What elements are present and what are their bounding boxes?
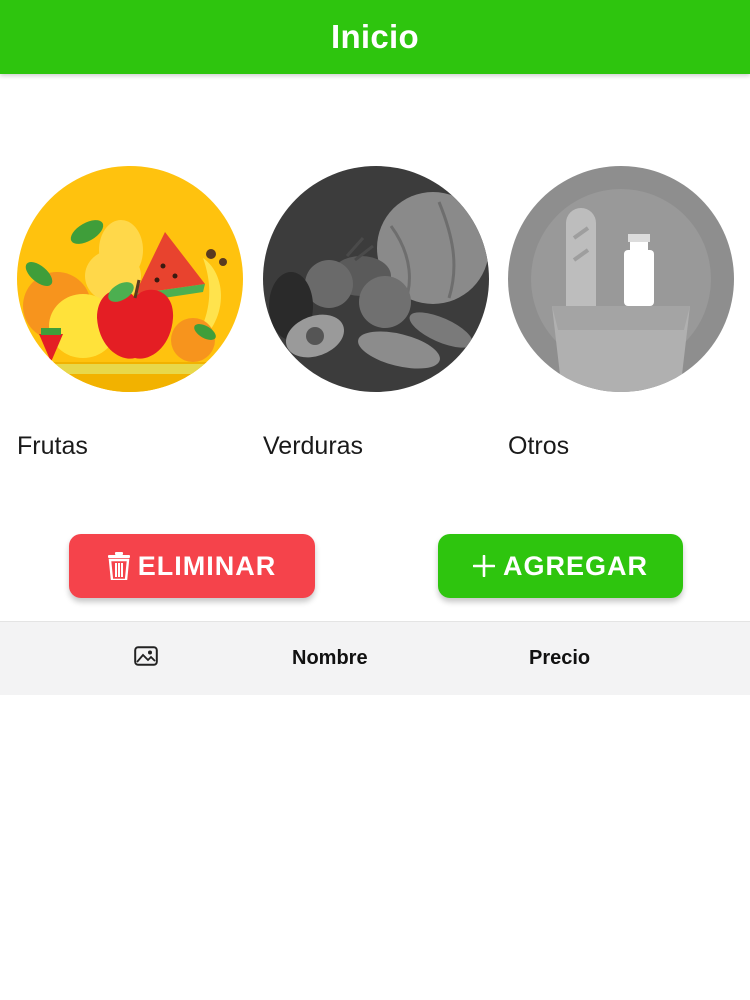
delete-button-label: ELIMINAR — [137, 550, 277, 581]
category-label: Frutas — [17, 432, 88, 460]
table-header: Nombre Precio — [0, 621, 750, 695]
add-button-label: AGREGAR — [502, 550, 648, 581]
groceries-illustration-icon[interactable] — [508, 166, 734, 392]
category-label: Verduras — [263, 432, 364, 460]
image-icon — [134, 645, 158, 672]
fruits-illustration-icon[interactable] — [17, 166, 243, 392]
column-header-name: Nombre — [292, 647, 368, 669]
delete-button[interactable]: ELIMINAR — [69, 534, 315, 598]
category-frutas[interactable]: Frutas — [17, 166, 243, 460]
vegetables-illustration-icon[interactable] — [263, 166, 489, 392]
add-button[interactable]: AGREGAR — [438, 534, 683, 598]
page-title: Inicio — [331, 18, 419, 55]
app-screen: Inicio Frutas Verduras Otros ELIMINAR AG… — [0, 0, 750, 1000]
category-otros[interactable]: Otros — [508, 166, 734, 460]
category-label: Otros — [508, 432, 570, 460]
plus-icon — [472, 555, 495, 577]
category-verduras[interactable]: Verduras — [263, 166, 489, 460]
column-header-image — [134, 622, 158, 695]
column-header-price: Precio — [529, 647, 591, 669]
trash-icon — [107, 552, 130, 580]
app-bar: Inicio — [0, 0, 750, 74]
